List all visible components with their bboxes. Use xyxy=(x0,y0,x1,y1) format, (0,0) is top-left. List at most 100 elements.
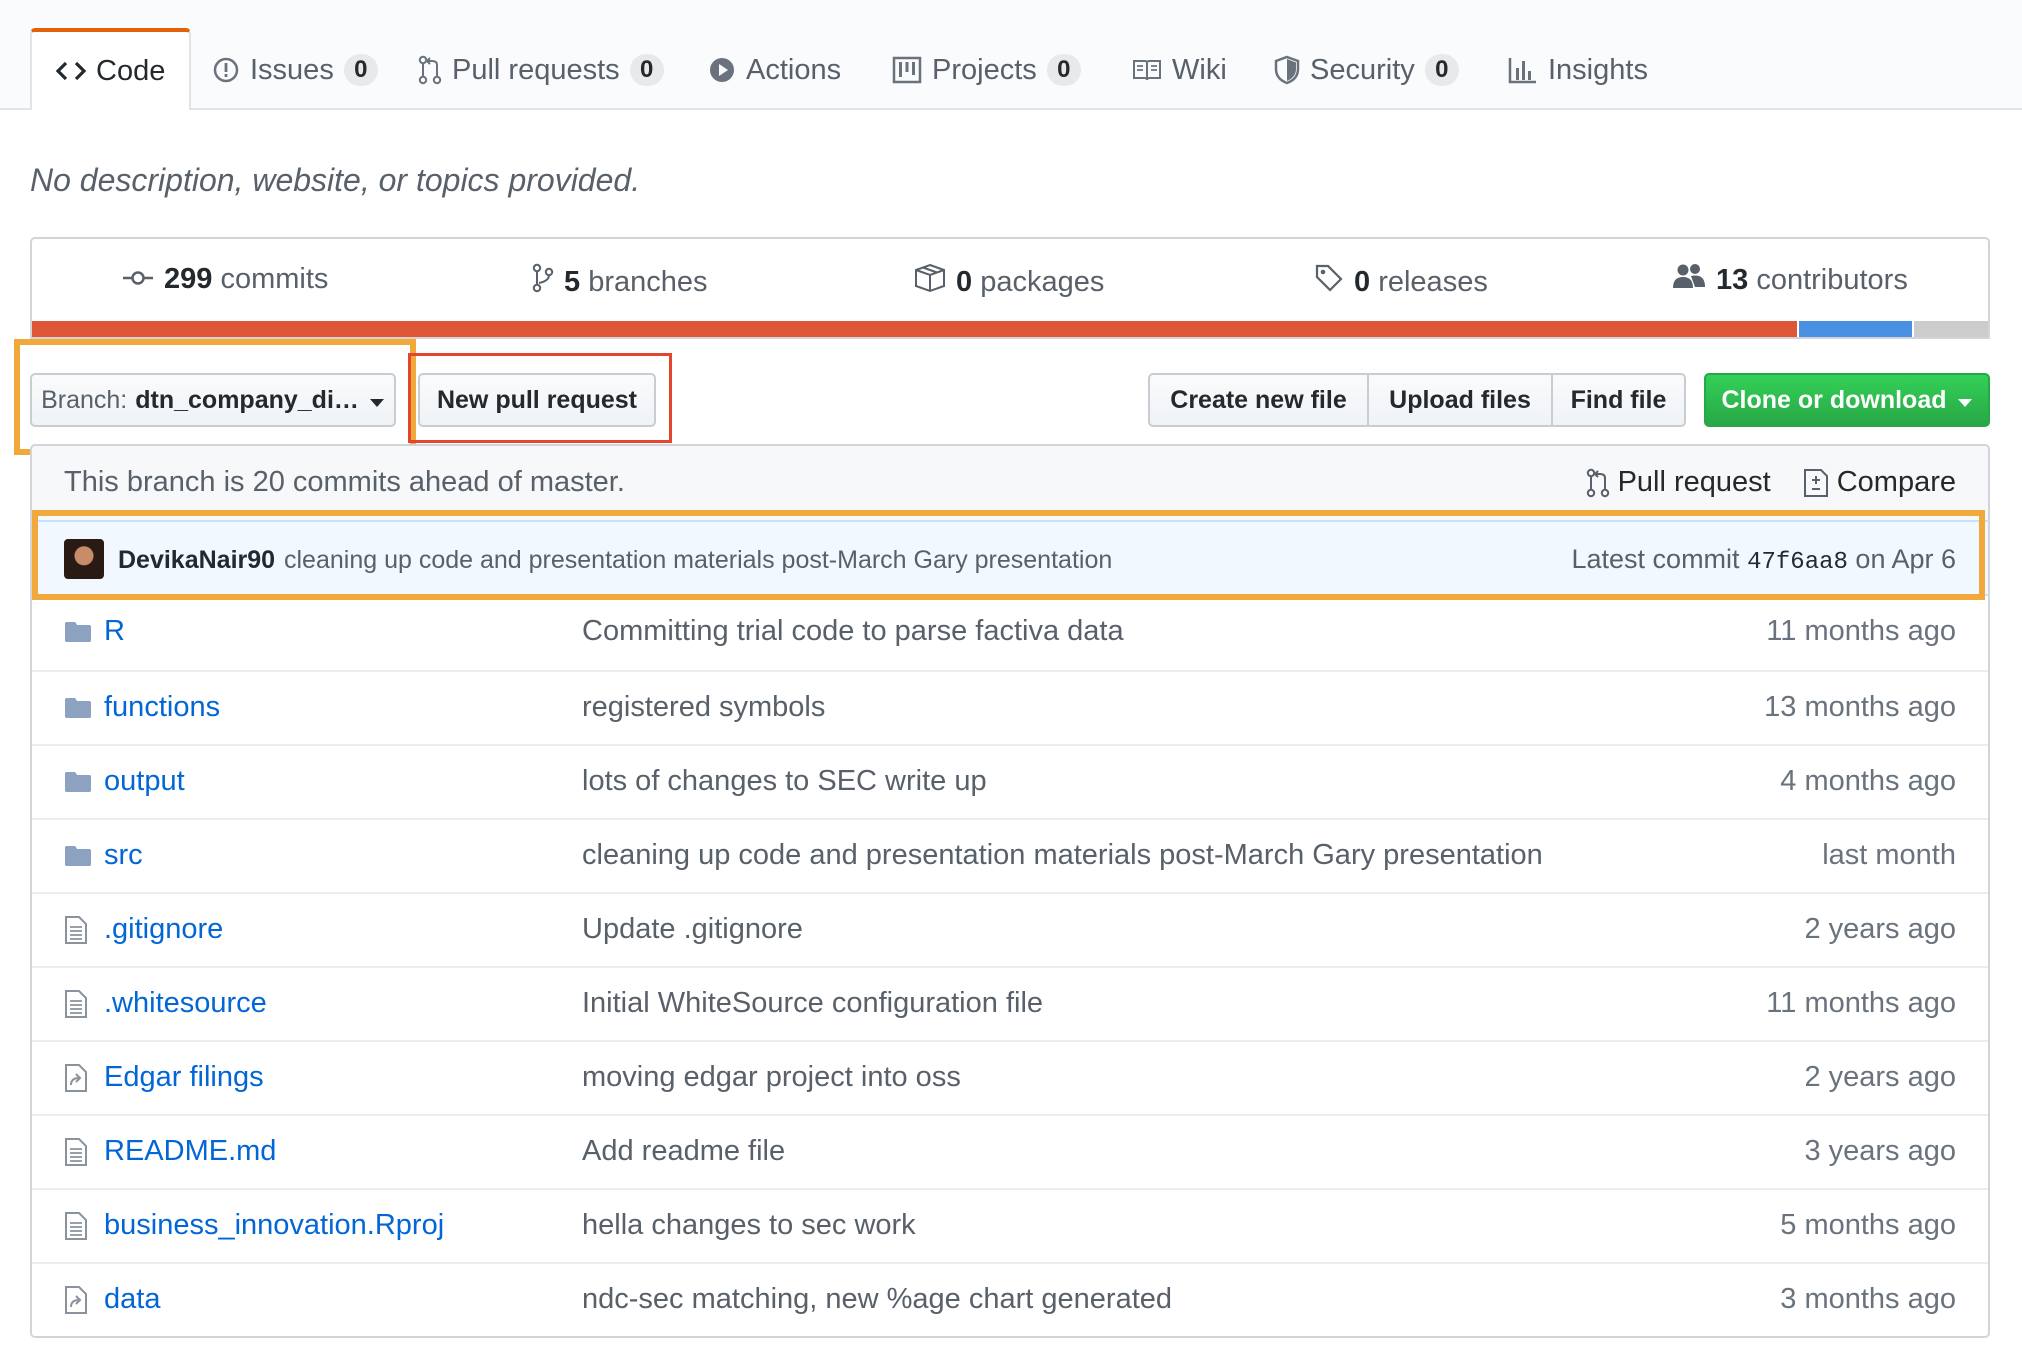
file-name-link[interactable]: output xyxy=(104,765,185,798)
graph-icon xyxy=(1508,56,1538,84)
file-commit-message-link[interactable]: ndc-sec matching, new %age chart generat… xyxy=(582,1283,1172,1316)
shield-icon xyxy=(1274,55,1300,85)
commit-icon xyxy=(122,263,154,296)
file-name-link[interactable]: .gitignore xyxy=(104,913,223,946)
file-name-link[interactable]: README.md xyxy=(104,1135,276,1168)
language-segment[interactable] xyxy=(32,321,1797,337)
file-age: 13 months ago xyxy=(1764,691,1956,723)
file-commit-message-link[interactable]: moving edgar project into oss xyxy=(582,1061,961,1094)
file-name-link[interactable]: functions xyxy=(104,691,220,724)
file-row: src cleaning up code and presentation mat… xyxy=(32,818,1988,892)
tab-wiki[interactable]: Wiki xyxy=(1132,32,1227,108)
file-row: README.md Add readme file 3 years ago xyxy=(32,1114,1988,1188)
packages-label: packages xyxy=(980,265,1105,298)
packages-count: 0 xyxy=(956,265,973,298)
branches-link[interactable]: 5 branches xyxy=(532,263,708,301)
tab-pull-requests[interactable]: Pull requests 0 xyxy=(418,32,664,108)
file-age: 4 months ago xyxy=(1780,765,1956,797)
file-row: .gitignore Update .gitignore 2 years ago xyxy=(32,892,1988,966)
pull-request-link[interactable]: Pull request xyxy=(1586,466,1771,499)
commits-link[interactable]: 299 commits xyxy=(122,263,328,296)
repo-page: Code Issues 0 Pull requests 0 Actions Pr… xyxy=(0,0,2022,1364)
folder-icon xyxy=(64,694,92,727)
security-counter: 0 xyxy=(1424,54,1459,86)
file-commit-message-link[interactable]: Add readme file xyxy=(582,1135,785,1168)
tab-projects[interactable]: Projects 0 xyxy=(892,32,1081,108)
file-row: data ndc-sec matching, new %age chart gen… xyxy=(32,1262,1988,1336)
contributors-link[interactable]: 13 contributors xyxy=(1672,263,1908,297)
file-icon xyxy=(64,1138,88,1174)
language-segment[interactable] xyxy=(1796,321,1912,337)
commits-count: 299 xyxy=(164,263,213,295)
numbers-summary: 299 commits 5 branches 0 packages 0 rele… xyxy=(30,237,1990,321)
file-age: 11 months ago xyxy=(1766,987,1956,1019)
tab-security[interactable]: Security 0 xyxy=(1274,32,1459,108)
file-row: R Committing trial code to parse factiva … xyxy=(32,596,1988,670)
file-name-link[interactable]: Edgar filings xyxy=(104,1061,264,1094)
compare-link[interactable]: Compare xyxy=(1803,466,1956,499)
highlight-latest-commit xyxy=(32,510,1985,600)
file-age: last month xyxy=(1822,839,1956,871)
upload-files-button[interactable]: Upload files xyxy=(1367,373,1553,427)
tag-icon xyxy=(1314,263,1344,301)
issue-icon xyxy=(212,56,240,84)
tab-label: Security xyxy=(1310,53,1415,86)
book-icon xyxy=(1132,58,1162,82)
clone-label: Clone or download xyxy=(1721,385,1947,414)
create-new-file-button[interactable]: Create new file xyxy=(1148,373,1369,427)
file-commit-message-link[interactable]: cleaning up code and presentation materi… xyxy=(582,839,1543,872)
file-age: 2 years ago xyxy=(1804,1061,1956,1093)
diff-icon xyxy=(1803,468,1829,498)
repo-description: No description, website, or topics provi… xyxy=(30,162,641,198)
file-icon xyxy=(64,1212,88,1248)
tab-label: Code xyxy=(96,54,166,87)
file-age: 3 months ago xyxy=(1780,1283,1956,1315)
releases-link[interactable]: 0 releases xyxy=(1314,263,1488,301)
file-age: 5 months ago xyxy=(1780,1209,1956,1241)
file-name-link[interactable]: data xyxy=(104,1283,160,1316)
tab-label: Actions xyxy=(746,53,842,86)
folder-icon xyxy=(64,618,92,651)
file-commit-message-link[interactable]: hella changes to sec work xyxy=(582,1209,916,1242)
file-row: .whitesource Initial WhiteSource configur… xyxy=(32,966,1988,1040)
compare-label: Compare xyxy=(1836,466,1956,498)
file-name-link[interactable]: business_innovation.Rproj xyxy=(104,1209,444,1242)
tab-label: Projects xyxy=(932,53,1037,86)
language-segment[interactable] xyxy=(1911,321,1988,337)
file-table: R Committing trial code to parse factiva … xyxy=(30,596,1990,1338)
file-commit-message-link[interactable]: Committing trial code to parse factiva d… xyxy=(582,615,1124,648)
releases-count: 0 xyxy=(1354,265,1371,298)
tab-issues[interactable]: Issues 0 xyxy=(212,32,378,108)
tab-actions[interactable]: Actions xyxy=(708,32,841,108)
projects-counter: 0 xyxy=(1046,54,1081,86)
file-commit-message-link[interactable]: Initial WhiteSource configuration file xyxy=(582,987,1043,1020)
file-row: Edgar filings moving edgar project into o… xyxy=(32,1040,1988,1114)
tab-label: Insights xyxy=(1548,53,1648,86)
file-commit-message-link[interactable]: registered symbols xyxy=(582,691,825,724)
contributors-label: contributors xyxy=(1756,263,1908,296)
file-icon xyxy=(64,916,88,952)
clone-or-download-button[interactable]: Clone or download xyxy=(1704,373,1990,427)
tab-insights[interactable]: Insights xyxy=(1508,32,1648,108)
issues-counter: 0 xyxy=(343,54,378,86)
file-commit-message-link[interactable]: Update .gitignore xyxy=(582,913,803,946)
file-name-link[interactable]: .whitesource xyxy=(104,987,267,1020)
file-icon xyxy=(64,990,88,1026)
folder-icon xyxy=(64,768,92,801)
repository-language-bar[interactable] xyxy=(30,321,1990,339)
git-pull-request-icon xyxy=(1586,468,1610,498)
people-icon xyxy=(1672,263,1706,297)
commits-label: commits xyxy=(220,263,329,295)
file-symlink-icon xyxy=(64,1286,88,1322)
tab-code[interactable]: Code xyxy=(30,28,192,110)
branches-label: branches xyxy=(588,265,708,298)
packages-link[interactable]: 0 packages xyxy=(914,263,1104,301)
file-commit-message-link[interactable]: lots of changes to SEC write up xyxy=(582,765,987,798)
file-row: business_innovation.Rproj hella changes t… xyxy=(32,1188,1988,1262)
git-branch-icon xyxy=(532,263,554,301)
find-file-button[interactable]: Find file xyxy=(1551,373,1686,427)
file-name-link[interactable]: src xyxy=(104,839,143,872)
file-row: functions registered symbols 13 months ago xyxy=(32,670,1988,744)
file-name-link[interactable]: R xyxy=(104,615,125,648)
folder-icon xyxy=(64,842,92,875)
